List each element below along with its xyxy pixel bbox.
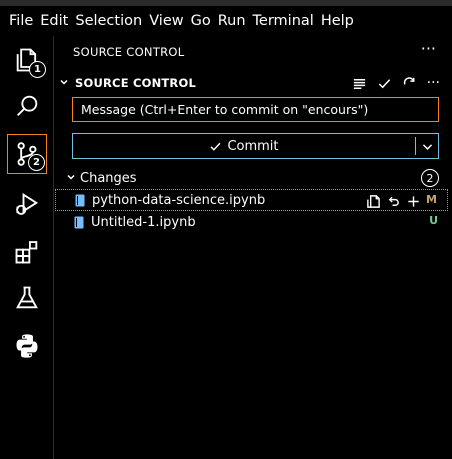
change-item-name: python-data-science.ipynb: [92, 192, 266, 208]
source-control-button[interactable]: 2: [7, 134, 47, 174]
chevron-down-icon: [422, 143, 432, 150]
activity-bar: 1 2: [0, 36, 54, 459]
chevron-down-icon: [66, 172, 78, 185]
changes-label: Changes: [80, 170, 137, 186]
open-file-icon[interactable]: [366, 194, 381, 209]
view-as-list-icon[interactable]: [352, 76, 367, 91]
menu-terminal[interactable]: Terminal: [253, 13, 314, 29]
scm-section-title: SOURCE CONTROL: [75, 76, 196, 90]
menu-help[interactable]: Help: [321, 13, 354, 29]
search-button[interactable]: [7, 86, 47, 126]
menu-bar: File Edit Selection View Go Run Terminal…: [0, 6, 452, 36]
source-control-badge: 2: [28, 154, 45, 171]
change-item[interactable]: Untitled-1.ipynb U: [55, 211, 448, 233]
change-status-badge: M: [426, 193, 437, 206]
menu-go[interactable]: Go: [191, 13, 211, 29]
menu-file[interactable]: File: [9, 13, 33, 29]
menu-run[interactable]: Run: [218, 13, 246, 29]
notebook-file-icon: [75, 194, 85, 206]
source-control-sidebar: SOURCE CONTROL ··· SOURCE CONTROL ··· Co…: [55, 36, 448, 459]
flask-icon: [16, 286, 38, 309]
commit-button[interactable]: Commit: [73, 134, 415, 158]
python-icon: [16, 334, 38, 358]
commit-message-input[interactable]: [72, 97, 439, 122]
change-item-name: Untitled-1.ipynb: [91, 214, 196, 230]
notebook-file-icon: [74, 216, 84, 228]
testing-button[interactable]: [7, 278, 47, 318]
commit-button-group: Commit: [72, 133, 439, 159]
changes-group-header[interactable]: Changes 2: [55, 167, 448, 189]
discard-changes-icon[interactable]: [386, 194, 401, 209]
stage-changes-icon[interactable]: [406, 194, 421, 209]
extensions-button[interactable]: [7, 232, 47, 272]
explorer-badge: 1: [29, 61, 46, 78]
menu-selection[interactable]: Selection: [75, 13, 142, 29]
chevron-down-icon: [59, 77, 71, 90]
extensions-icon: [15, 241, 38, 264]
check-icon: [210, 142, 221, 151]
change-item-actions: [366, 190, 421, 212]
scm-actions: ···: [352, 72, 440, 94]
run-debug-icon: [16, 192, 39, 215]
scm-section-header[interactable]: SOURCE CONTROL ···: [55, 72, 448, 94]
changes-count-badge: 2: [421, 169, 439, 187]
python-button[interactable]: [7, 326, 47, 366]
change-status-badge: U: [429, 214, 438, 227]
sidebar-more-button[interactable]: ···: [421, 39, 436, 58]
change-item[interactable]: python-data-science.ipynb M: [55, 189, 448, 211]
menu-edit[interactable]: Edit: [40, 13, 68, 29]
commit-check-icon[interactable]: [377, 76, 392, 91]
search-icon: [17, 95, 38, 116]
refresh-icon[interactable]: [402, 76, 417, 91]
run-debug-button[interactable]: [7, 184, 47, 224]
scm-more-button[interactable]: ···: [427, 75, 440, 91]
commit-button-label: Commit: [227, 138, 279, 154]
explorer-button[interactable]: 1: [7, 40, 47, 80]
menu-view[interactable]: View: [149, 13, 183, 29]
commit-dropdown-button[interactable]: [416, 134, 438, 158]
sidebar-title: SOURCE CONTROL: [73, 45, 185, 59]
